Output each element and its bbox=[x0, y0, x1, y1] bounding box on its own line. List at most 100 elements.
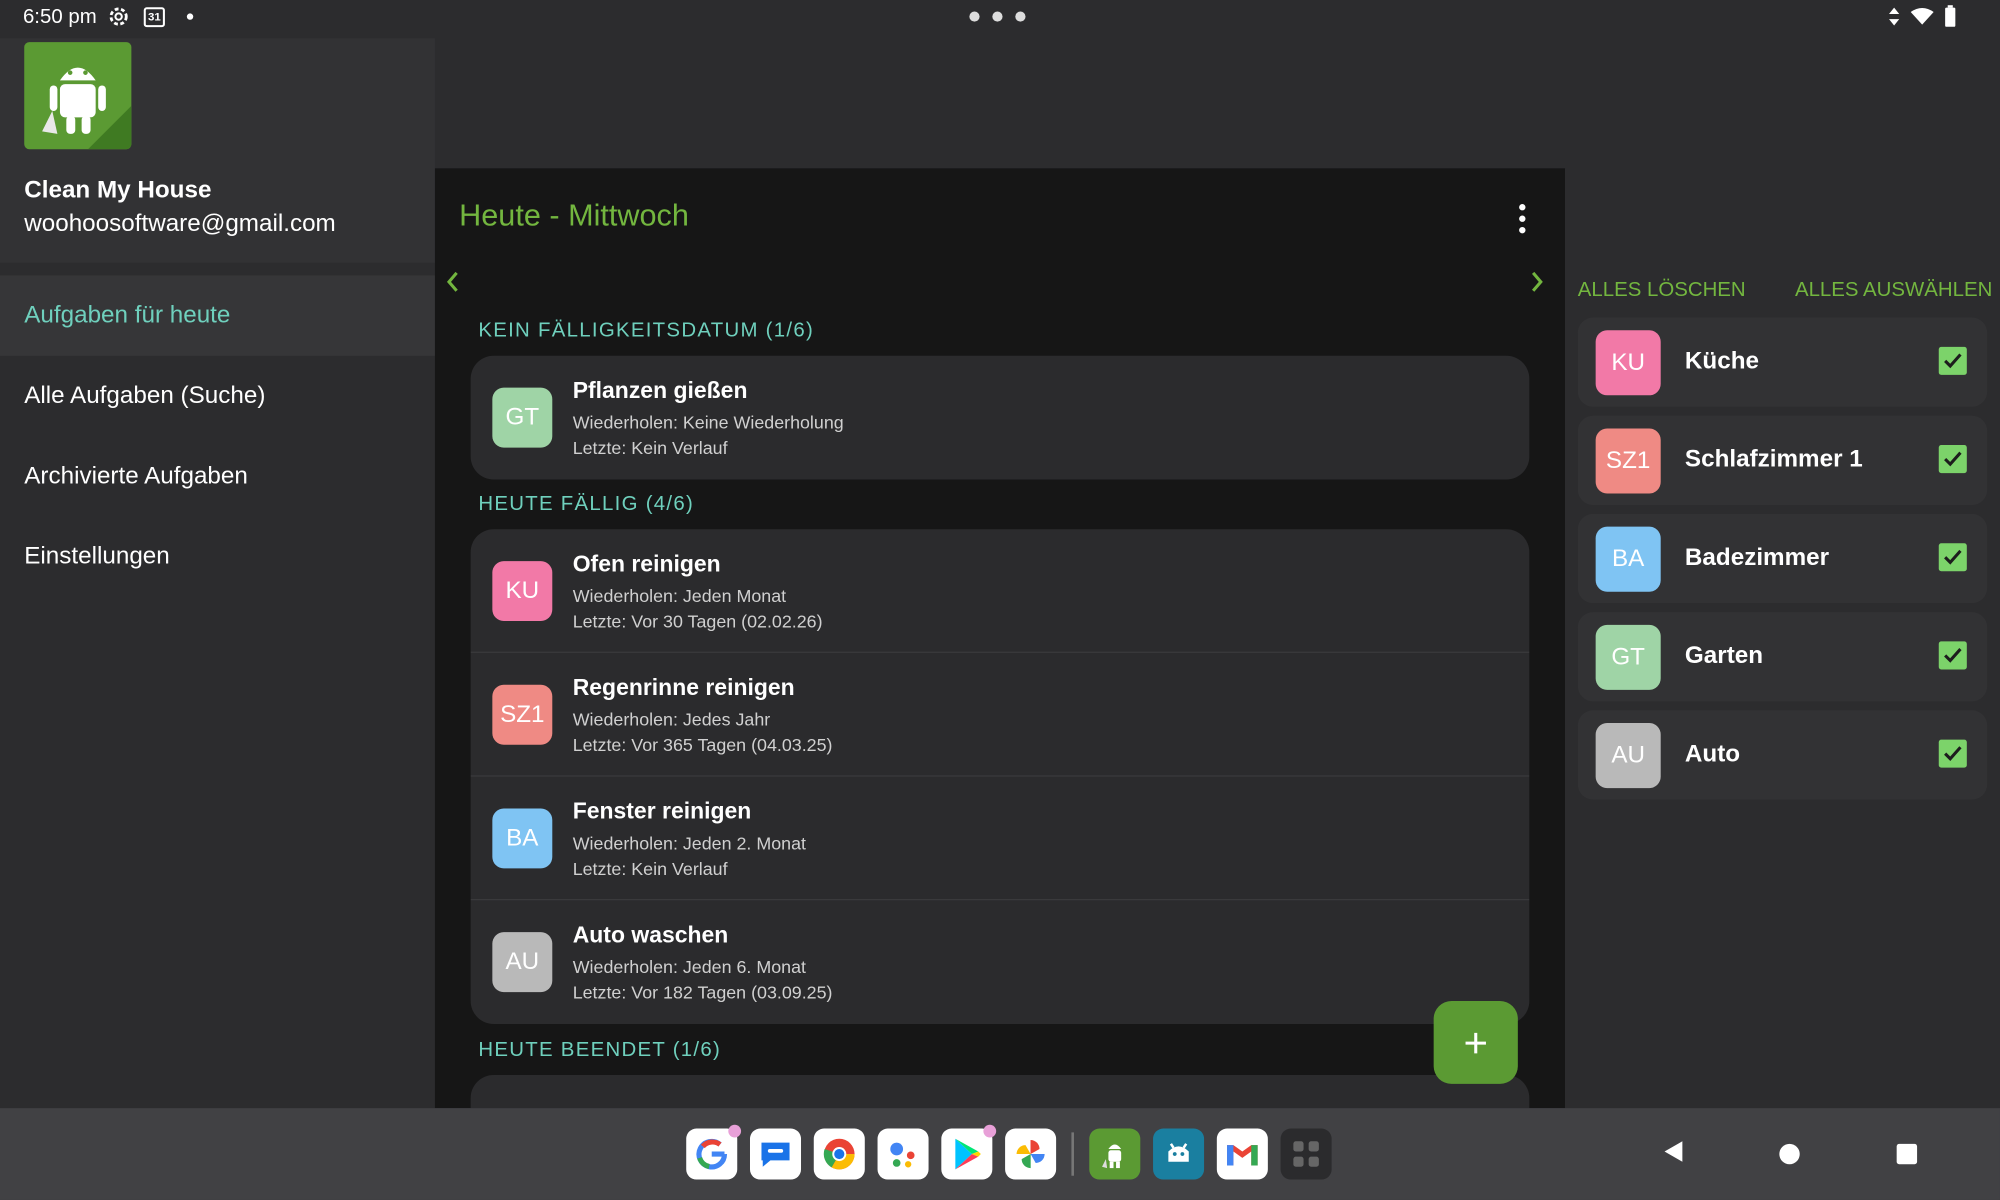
account-email: woohoosoftware@gmail.com bbox=[24, 210, 336, 238]
messages-icon[interactable] bbox=[749, 1128, 802, 1180]
menu-item-settings[interactable]: Einstellungen bbox=[0, 516, 435, 596]
task-title: Regenrinne reinigen bbox=[572, 674, 795, 701]
room-badge: GT bbox=[1595, 624, 1661, 690]
screen: 6:50 pm 31 Clean My House woohoosoftware… bbox=[0, 0, 2000, 1200]
drawer-menu: Aufgaben für heute Alle Aufgaben (Suche)… bbox=[0, 275, 435, 596]
task-row[interactable]: KU Ofen reinigen Wiederholen: Jeden Mona… bbox=[470, 529, 1530, 653]
clear-all-button[interactable]: ALLES LÖSCHEN bbox=[1578, 279, 1746, 302]
back-icon[interactable] bbox=[1662, 1139, 1685, 1171]
task-repeat: Wiederholen: Jedes Jahr bbox=[572, 709, 771, 730]
overflow-menu-icon[interactable] bbox=[1519, 204, 1527, 234]
task-row[interactable]: SZ1 Regenrinne reinigen Wiederholen: Jed… bbox=[470, 653, 1530, 777]
menu-item-archived-tasks[interactable]: Archivierte Aufgaben bbox=[0, 436, 435, 516]
task-repeat: Wiederholen: Jeden 2. Monat bbox=[572, 832, 806, 854]
previous-day-chevron-icon[interactable] bbox=[445, 270, 460, 299]
filter-item-kitchen[interactable]: KU Küche bbox=[1577, 317, 1988, 407]
room-checkbox[interactable] bbox=[1938, 445, 1967, 474]
wifi-icon bbox=[1910, 5, 1934, 28]
settings-gear-icon bbox=[107, 5, 130, 28]
app-name: Clean My House bbox=[24, 177, 212, 205]
task-card-no-due-date: GT Pflanzen gießen Wiederholen: Keine Wi… bbox=[470, 355, 1530, 480]
task-title: Ofen reinigen bbox=[572, 550, 721, 577]
task-card-done-today[interactable] bbox=[470, 1074, 1530, 1109]
checkmark-icon bbox=[1944, 353, 1962, 369]
recents-icon[interactable] bbox=[1895, 1143, 1918, 1172]
task-title: Auto waschen bbox=[572, 921, 729, 948]
select-all-button[interactable]: ALLES AUSWÄHLEN bbox=[1795, 279, 1992, 302]
filter-item-car[interactable]: AU Auto bbox=[1577, 710, 1988, 800]
room-badge: AU bbox=[1595, 723, 1661, 789]
task-room-badge: BA bbox=[492, 808, 553, 869]
filter-item-garden[interactable]: GT Garten bbox=[1577, 612, 1988, 702]
chrome-icon[interactable] bbox=[813, 1128, 865, 1180]
checkmark-icon bbox=[1944, 648, 1962, 663]
status-icons: 31 bbox=[107, 5, 201, 28]
room-checkbox[interactable] bbox=[1938, 543, 1967, 572]
checkmark-icon bbox=[1944, 746, 1962, 761]
room-badge: SZ1 bbox=[1595, 428, 1661, 494]
room-label: Auto bbox=[1684, 740, 1741, 768]
checkmark-icon bbox=[1944, 451, 1962, 467]
filter-actions: ALLES LÖSCHEN ALLES AUSWÄHLEN bbox=[1578, 279, 1993, 302]
task-room-badge: SZ1 bbox=[492, 684, 553, 745]
photos-icon[interactable] bbox=[1005, 1128, 1057, 1180]
gmail-icon[interactable] bbox=[1216, 1128, 1268, 1180]
navigation-drawer: Clean My House woohoosoftware@gmail.com … bbox=[0, 38, 435, 1109]
section-header-done-today: HEUTE BEENDET (1/6) bbox=[478, 1039, 722, 1061]
assistant-icon[interactable] bbox=[877, 1128, 929, 1180]
status-bar: 6:50 pm 31 bbox=[0, 0, 2000, 38]
room-label: Badezimmer bbox=[1684, 544, 1830, 572]
taskbar-divider bbox=[1071, 1132, 1074, 1176]
section-header-due-today: HEUTE FÄLLIG (4/6) bbox=[478, 493, 695, 516]
taskbar bbox=[0, 1108, 2000, 1200]
task-title: Fenster reinigen bbox=[572, 798, 752, 824]
task-card-due-today: KU Ofen reinigen Wiederholen: Jeden Mona… bbox=[470, 529, 1530, 1024]
task-repeat: Wiederholen: Jeden Monat bbox=[572, 585, 787, 606]
task-last-done: Letzte: Vor 365 Tagen (04.03.25) bbox=[572, 734, 833, 755]
menu-item-today-tasks[interactable]: Aufgaben für heute bbox=[0, 275, 435, 356]
room-badge: BA bbox=[1595, 526, 1661, 592]
task-row[interactable]: AU Auto waschen Wiederholen: Jeden 6. Mo… bbox=[471, 900, 1530, 1024]
task-title: Pflanzen gießen bbox=[572, 377, 748, 403]
home-icon[interactable] bbox=[1778, 1143, 1801, 1172]
taskbar-apps bbox=[686, 1124, 1332, 1180]
room-checkbox[interactable] bbox=[1938, 641, 1967, 670]
fdroid-icon[interactable] bbox=[1153, 1128, 1205, 1180]
task-list-panel: Heute - Mittwoch KEIN FÄLLIGKEITSDATUM (… bbox=[434, 168, 1566, 1109]
task-room-badge: AU bbox=[492, 932, 553, 993]
task-repeat: Wiederholen: Keine Wiederholung bbox=[572, 411, 844, 433]
window-handle-dots[interactable] bbox=[969, 11, 1026, 22]
task-last-done: Letzte: Kein Verlauf bbox=[572, 858, 728, 879]
room-filter-panel: ALLES LÖSCHEN ALLES AUSWÄHLEN KU Küche S… bbox=[1565, 168, 2000, 1109]
calendar-day: 31 bbox=[147, 10, 161, 23]
drawer-header: Clean My House woohoosoftware@gmail.com bbox=[0, 38, 435, 263]
next-day-chevron-icon[interactable] bbox=[1529, 270, 1544, 299]
filter-item-bathroom[interactable]: BA Badezimmer bbox=[1577, 513, 1988, 604]
data-arrows-icon bbox=[1883, 5, 1906, 28]
page-title: Heute - Mittwoch bbox=[459, 198, 689, 234]
notification-dot-icon bbox=[179, 5, 202, 28]
room-checkbox[interactable] bbox=[1938, 739, 1967, 768]
task-room-badge: KU bbox=[492, 561, 553, 622]
app-logo-icon bbox=[24, 42, 132, 150]
task-row[interactable]: BA Fenster reinigen Wiederholen: Jeden 2… bbox=[470, 777, 1530, 901]
menu-item-all-tasks[interactable]: Alle Aufgaben (Suche) bbox=[0, 356, 435, 436]
filter-item-bedroom-1[interactable]: SZ1 Schlafzimmer 1 bbox=[1577, 415, 1988, 505]
task-last-done: Letzte: Kein Verlauf bbox=[572, 437, 728, 458]
task-room-badge: GT bbox=[492, 387, 553, 448]
status-time: 6:50 pm bbox=[22, 6, 97, 29]
play-store-icon[interactable] bbox=[941, 1124, 997, 1180]
task-last-done: Letzte: Vor 182 Tagen (03.09.25) bbox=[572, 981, 833, 1003]
clean-my-house-icon[interactable] bbox=[1089, 1128, 1141, 1180]
room-checkbox[interactable] bbox=[1938, 346, 1967, 375]
plus-icon bbox=[1465, 1032, 1486, 1053]
room-label: Küche bbox=[1684, 348, 1760, 375]
add-task-button[interactable] bbox=[1433, 1001, 1518, 1084]
task-last-done: Letzte: Vor 30 Tagen (02.02.26) bbox=[572, 610, 823, 632]
calendar-icon: 31 bbox=[143, 5, 166, 28]
section-header-no-due-date: KEIN FÄLLIGKEITSDATUM (1/6) bbox=[478, 320, 815, 342]
google-icon[interactable] bbox=[686, 1124, 742, 1180]
task-row[interactable]: GT Pflanzen gießen Wiederholen: Keine Wi… bbox=[471, 356, 1530, 480]
app-drawer-icon[interactable] bbox=[1280, 1128, 1332, 1180]
status-right-icons bbox=[1883, 5, 1962, 28]
